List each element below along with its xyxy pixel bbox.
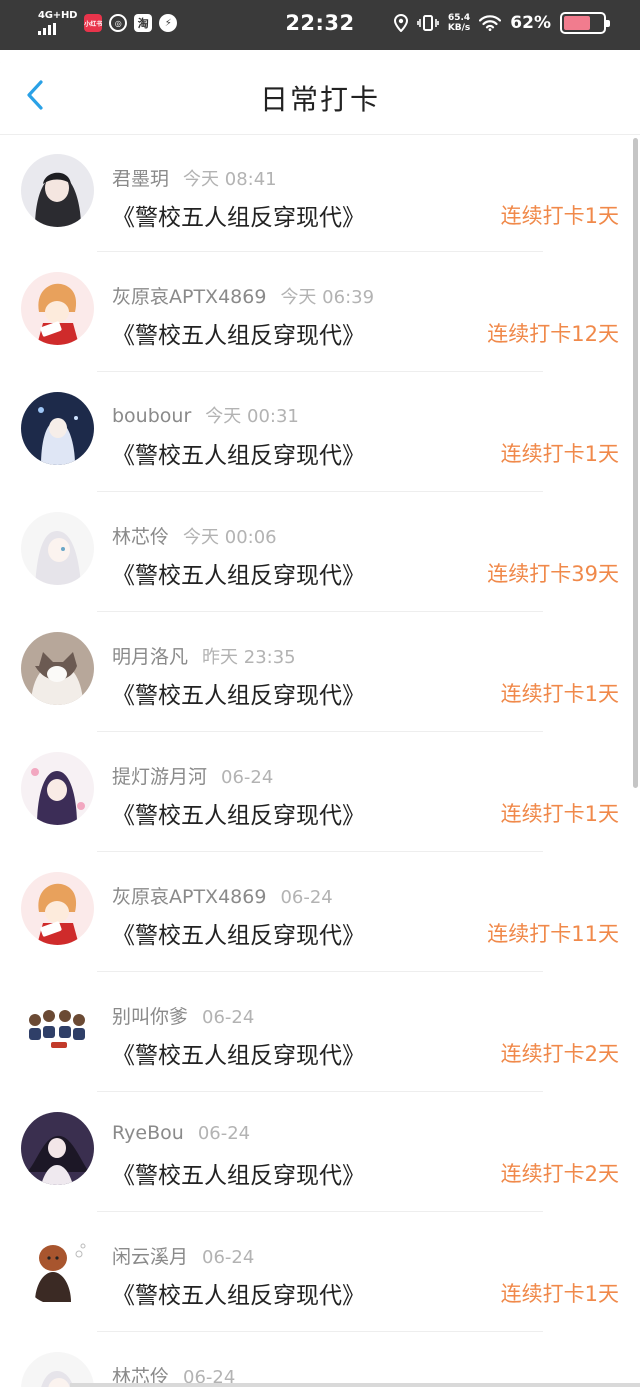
book-title[interactable]: 《警校五人组反穿现代》	[112, 1276, 365, 1310]
book-title[interactable]: 《警校五人组反穿现代》	[112, 916, 365, 950]
checkin-time: 06-24	[280, 887, 333, 908]
streak-label: 连续打卡2天	[500, 1162, 619, 1186]
book-title[interactable]: 《警校五人组反穿现代》	[112, 676, 365, 710]
book-title[interactable]: 《警校五人组反穿现代》	[112, 556, 365, 590]
status-bar: 4G+HD 小红书 ◎ 淘 ⚡ 22:32 65.4 KB/s 62%	[0, 0, 640, 50]
streak-label: 连续打卡2天	[500, 1042, 619, 1066]
book-title[interactable]: 《警校五人组反穿现代》	[112, 436, 365, 470]
username: 闲云溪月 06-24	[112, 1246, 255, 1268]
battery-percent: 62%	[510, 13, 551, 33]
avatar[interactable]	[21, 392, 94, 465]
list-item[interactable]: 林芯伶 今天 00:06 《警校五人组反穿现代》 连续打卡39天	[0, 492, 640, 612]
list-item[interactable]: 明月洛凡 昨天 23:35 《警校五人组反穿现代》 连续打卡1天	[0, 612, 640, 732]
book-title[interactable]: 《警校五人组反穿现代》	[112, 198, 365, 232]
streak-label: 连续打卡1天	[500, 204, 619, 228]
list-item[interactable]: 林芯伶 06-24	[0, 1332, 640, 1387]
streak-label: 连续打卡1天	[500, 442, 619, 466]
checkin-time: 今天 08:41	[183, 169, 277, 190]
checkin-time: 06-24	[202, 1007, 255, 1028]
checkin-time: 今天 06:39	[280, 287, 375, 308]
bottom-edge	[70, 1383, 640, 1387]
status-right: 65.4 KB/s 62%	[393, 12, 610, 34]
avatar[interactable]	[21, 632, 94, 705]
username: boubour 今天 00:31	[112, 405, 299, 427]
location-icon	[393, 14, 408, 32]
avatar[interactable]	[21, 512, 94, 585]
page-header: 日常打卡	[0, 50, 640, 134]
network-speed: 65.4 KB/s	[447, 13, 471, 33]
avatar[interactable]	[21, 154, 94, 227]
book-title[interactable]: 《警校五人组反穿现代》	[112, 1036, 365, 1070]
list-item[interactable]: boubour 今天 00:31 《警校五人组反穿现代》 连续打卡1天	[0, 372, 640, 492]
avatar[interactable]	[21, 992, 94, 1065]
username: 灰原哀APTX4869 06-24	[112, 886, 333, 908]
checkin-time: 今天 00:31	[205, 406, 299, 427]
username: RyeBou 06-24	[112, 1122, 251, 1144]
username: 别叫你爹 06-24	[112, 1006, 255, 1028]
streak-label: 连续打卡1天	[500, 682, 619, 706]
checkin-time: 昨天 23:35	[202, 647, 296, 668]
streak-label: 连续打卡1天	[500, 802, 619, 826]
streak-label: 连续打卡39天	[487, 562, 619, 586]
list-item[interactable]: 君墨玥 今天 08:41 《警校五人组反穿现代》 连续打卡1天	[0, 134, 640, 252]
checkin-time: 06-24	[202, 1247, 255, 1268]
avatar[interactable]	[21, 1352, 94, 1387]
list-item[interactable]: RyeBou 06-24 《警校五人组反穿现代》 连续打卡2天	[0, 1092, 640, 1212]
avatar[interactable]	[21, 872, 94, 945]
checkin-time: 今天 00:06	[183, 527, 277, 548]
book-title[interactable]: 《警校五人组反穿现代》	[112, 796, 365, 830]
book-title[interactable]: 《警校五人组反穿现代》	[112, 316, 365, 350]
streak-label: 连续打卡12天	[487, 322, 619, 346]
username: 明月洛凡 昨天 23:35	[112, 646, 296, 668]
list-item[interactable]: 灰原哀APTX4869 今天 06:39 《警校五人组反穿现代》 连续打卡12天	[0, 252, 640, 372]
username: 君墨玥 今天 08:41	[112, 168, 277, 190]
scrollbar[interactable]	[633, 138, 638, 788]
list-item[interactable]: 别叫你爹 06-24 《警校五人组反穿现代》 连续打卡2天	[0, 972, 640, 1092]
book-title[interactable]: 《警校五人组反穿现代》	[112, 1156, 365, 1190]
checkin-time: 06-24	[221, 767, 274, 788]
battery-icon	[560, 12, 610, 34]
list-item[interactable]: 闲云溪月 06-24 《警校五人组反穿现代》 连续打卡1天	[0, 1212, 640, 1332]
avatar[interactable]	[21, 1112, 94, 1185]
avatar[interactable]	[21, 1232, 94, 1305]
username: 灰原哀APTX4869 今天 06:39	[112, 286, 375, 308]
list-item[interactable]: 灰原哀APTX4869 06-24 《警校五人组反穿现代》 连续打卡11天	[0, 852, 640, 972]
avatar[interactable]	[21, 752, 94, 825]
page-title: 日常打卡	[259, 83, 380, 116]
username: 提灯游月河 06-24	[112, 766, 274, 788]
avatar[interactable]	[21, 272, 94, 345]
streak-label: 连续打卡1天	[500, 1282, 619, 1306]
username: 林芯伶 今天 00:06	[112, 526, 277, 548]
wifi-icon	[479, 15, 502, 31]
checkin-list: 君墨玥 今天 08:41 《警校五人组反穿现代》 连续打卡1天 灰原哀APTX48…	[0, 134, 640, 1387]
vibrate-icon	[417, 15, 439, 31]
streak-label: 连续打卡11天	[487, 922, 619, 946]
list-item[interactable]: 提灯游月河 06-24 《警校五人组反穿现代》 连续打卡1天	[0, 732, 640, 852]
checkin-time: 06-24	[197, 1123, 251, 1144]
